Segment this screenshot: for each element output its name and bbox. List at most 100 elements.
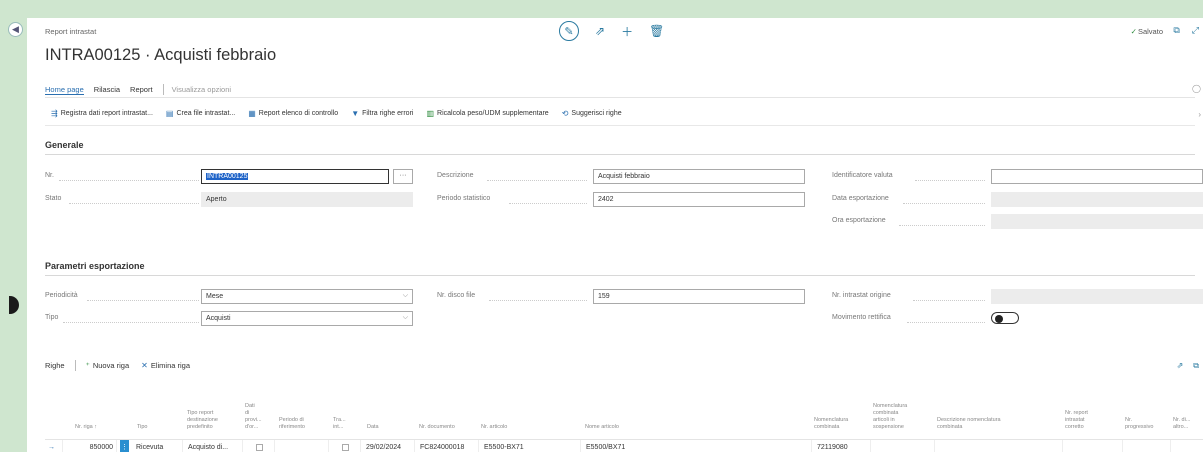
dotted-leader: [63, 322, 199, 323]
col-report-type[interactable]: Tipo report destinazione predefinito: [187, 410, 218, 431]
cell-progressive[interactable]: [1125, 440, 1171, 452]
period-field[interactable]: 2402: [593, 192, 805, 207]
row-menu-icon[interactable]: ⋮: [120, 440, 129, 452]
share-icon[interactable]: ⇗: [595, 24, 605, 38]
col-other[interactable]: Nr. di... altro...: [1173, 417, 1190, 431]
tab-report[interactable]: Report: [130, 85, 153, 94]
col-progressive[interactable]: Nr. progressivo: [1125, 417, 1153, 431]
cell-trans[interactable]: [331, 440, 361, 452]
col-period-ref[interactable]: Periodo di riferimento: [279, 417, 305, 431]
breadcrumb: Report intrastat: [45, 27, 97, 36]
col-type[interactable]: Tipo: [137, 424, 148, 431]
description-field[interactable]: Acquisti febbraio: [593, 169, 805, 184]
dotted-leader: [899, 225, 985, 226]
section-divider: [45, 275, 1195, 276]
cell-item-no[interactable]: E5500-BX71: [481, 440, 581, 452]
cell-item-name[interactable]: E5500/BX71: [583, 440, 812, 452]
col-line-no[interactable]: Nr. riga ↑: [75, 424, 97, 431]
no-field[interactable]: INTRA00125: [201, 169, 389, 184]
filter-icon: ▼: [351, 109, 360, 118]
left-background: [0, 0, 27, 452]
col-tariff[interactable]: Nomenclatura combinata: [814, 417, 848, 431]
cell-type[interactable]: Ricevuta: [133, 440, 183, 452]
dotted-leader: [903, 203, 985, 204]
back-arrow-icon[interactable]: ◀: [8, 22, 23, 37]
tab-view-options[interactable]: Visualizza opzioni: [172, 85, 231, 94]
saved-label: Salvato: [1137, 27, 1163, 36]
col-item-name[interactable]: Nome articolo: [585, 424, 619, 431]
register-button[interactable]: ⇶ Registra dati report intrastat...: [51, 109, 153, 118]
edit-pencil-icon[interactable]: ✎: [559, 21, 579, 41]
col-item-no[interactable]: Nr. articolo: [481, 424, 507, 431]
cell-period-ref[interactable]: [277, 440, 329, 452]
cell-doc-no[interactable]: FC824000018: [417, 440, 479, 452]
expand-icon[interactable]: ⧉: [1193, 361, 1199, 371]
row-arrow-icon[interactable]: →: [45, 440, 63, 452]
col-date[interactable]: Data: [367, 424, 379, 431]
dotted-leader: [87, 300, 199, 301]
type-select[interactable]: Acquisti ⌵: [201, 311, 413, 326]
cell-line-no[interactable]: 850000: [65, 440, 117, 452]
open-new-window-icon[interactable]: ⧉: [1173, 25, 1179, 36]
currency-label: Identificatore valuta: [832, 172, 893, 179]
delete-trash-icon[interactable]: 🗑: [649, 24, 664, 38]
grid-header: Nr. riga ↑ Tipo Tipo report destinazione…: [45, 383, 1203, 435]
col-trans[interactable]: Tra... int...: [333, 417, 346, 431]
lookup-button[interactable]: ···: [393, 169, 413, 184]
status-field: Aperto: [201, 192, 413, 207]
delete-line-label: Elimina riga: [150, 361, 191, 370]
disk-field[interactable]: 159: [593, 289, 805, 304]
recalc-icon: ▥: [426, 109, 435, 118]
report-check-button[interactable]: ▦ Report elenco di controllo: [248, 109, 338, 118]
checkbox[interactable]: [342, 444, 349, 451]
orig-field: [991, 289, 1203, 304]
recalc-button[interactable]: ▥ Ricalcola peso/UDM supplementare: [426, 109, 548, 118]
top-background: [0, 0, 1203, 18]
col-doc-no[interactable]: Nr. documento: [419, 424, 455, 431]
section-export-title: Parametri esportazione: [45, 261, 145, 271]
cell-date[interactable]: 29/02/2024: [363, 440, 415, 452]
section-divider: [45, 154, 1195, 155]
table-row[interactable]: → 850000 ⋮ Ricevuta Acquisto di... 29/02…: [45, 439, 1203, 452]
col-tariff-sub[interactable]: Nomenclatura combinata articoli in sospe…: [873, 403, 907, 431]
orig-label: Nr. intrastat origine: [832, 292, 891, 299]
periodicity-select[interactable]: Mese ⌵: [201, 289, 413, 304]
dotted-leader: [59, 180, 199, 181]
cell-tariff-desc[interactable]: [937, 440, 1063, 452]
dotted-leader: [489, 300, 587, 301]
export-date-label: Data esportazione: [832, 195, 889, 202]
suggest-button[interactable]: ⟲ Suggerisci righe: [562, 109, 622, 118]
more-icon[interactable]: ›: [1198, 110, 1201, 119]
checkbox[interactable]: [256, 444, 263, 451]
cell-report-type[interactable]: Acquisto di...: [185, 440, 243, 452]
no-value: INTRA00125: [206, 173, 249, 180]
col-data-prov[interactable]: Dati di provi... d'or...: [245, 403, 262, 431]
cell-tariff-sub[interactable]: [873, 440, 935, 452]
filter-errors-button[interactable]: ▼ Filtra righe errori: [351, 109, 413, 118]
corrective-toggle[interactable]: [991, 312, 1019, 324]
collapse-icon[interactable]: ⤢: [1192, 25, 1199, 36]
check-icon: ✓: [1130, 27, 1137, 36]
periodicity-label: Periodicità: [45, 292, 78, 299]
lines-title: Righe: [45, 361, 65, 370]
add-icon[interactable]: ＋: [621, 23, 633, 40]
section-general-title: Generale: [45, 140, 84, 150]
action-tabs: Home page Rilascia Report Visualizza opz…: [45, 84, 241, 95]
divider: [45, 97, 1195, 98]
delete-line-button[interactable]: ✕ Elimina riga: [141, 361, 190, 370]
tab-home[interactable]: Home page: [45, 85, 84, 95]
tab-release[interactable]: Rilascia: [94, 85, 120, 94]
no-label: Nr.: [45, 172, 54, 179]
col-tariff-desc[interactable]: Descrizione nomenclatura combinata: [937, 417, 1001, 431]
periodicity-value: Mese: [206, 293, 224, 300]
cell-data-prov[interactable]: [245, 440, 275, 452]
cell-tariff[interactable]: 72119080: [814, 440, 871, 452]
col-corr-report[interactable]: Nr. report intrastat corretto: [1065, 410, 1088, 431]
share-icon[interactable]: ⇗: [1177, 361, 1184, 371]
currency-field[interactable]: [991, 169, 1203, 184]
new-line-button[interactable]: ⁺ Nuova riga: [86, 361, 130, 370]
cell-corr-report[interactable]: [1065, 440, 1123, 452]
create-file-button[interactable]: ▤ Crea file intrastat...: [166, 109, 235, 118]
expand-icon[interactable]: ◯: [1192, 84, 1201, 93]
suggest-icon: ⟲: [561, 109, 569, 118]
